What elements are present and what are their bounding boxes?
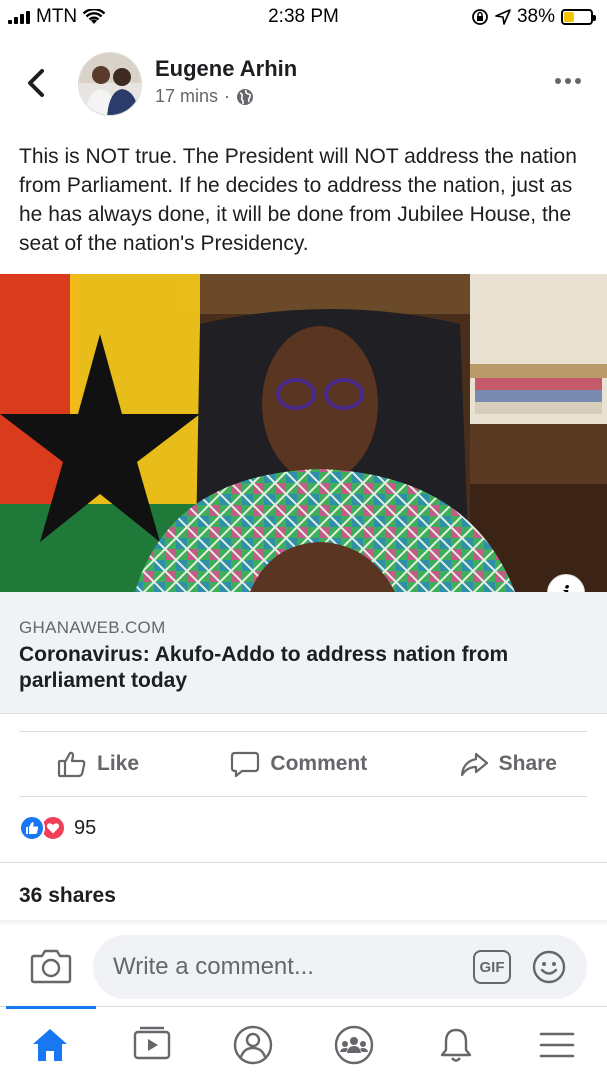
- president-photo: [0, 274, 607, 592]
- comment-icon: [231, 751, 260, 778]
- back-button[interactable]: [22, 66, 52, 100]
- notifications-icon: [440, 1028, 472, 1062]
- post-text: This is NOT true. The President will NOT…: [19, 145, 577, 255]
- reaction-count: 95: [74, 816, 97, 839]
- action-bar: Like Comment Share: [19, 731, 587, 797]
- post-header: Eugene Arhin 17 mins ·: [0, 48, 607, 118]
- like-reaction-icon: [19, 815, 45, 841]
- profile-icon: [233, 1025, 273, 1065]
- share-icon: [460, 752, 488, 777]
- post-time[interactable]: 17 mins: [155, 86, 218, 107]
- signal-icon: [8, 10, 30, 24]
- reactions-summary[interactable]: 95: [19, 815, 96, 841]
- dot: [575, 78, 581, 84]
- tab-watch[interactable]: [130, 1023, 174, 1067]
- location-icon: [495, 9, 511, 25]
- dot: [565, 78, 571, 84]
- wifi-icon: [83, 9, 106, 24]
- tab-profile[interactable]: [231, 1023, 275, 1067]
- post-meta: 17 mins ·: [155, 86, 254, 107]
- watch-icon: [133, 1026, 171, 1060]
- orientation-lock-icon: [472, 9, 488, 25]
- tab-groups[interactable]: [332, 1023, 376, 1067]
- status-left: MTN: [8, 6, 106, 28]
- status-bar: MTN 2:38 PM 38%: [0, 0, 607, 34]
- camera-icon[interactable]: [30, 946, 72, 986]
- battery-icon: [561, 9, 596, 25]
- share-button[interactable]: Share: [459, 749, 557, 779]
- gif-button[interactable]: GIF: [473, 950, 511, 984]
- battery-fill: [564, 12, 574, 22]
- carrier-label: MTN: [36, 6, 78, 27]
- divider: [0, 920, 607, 926]
- like-label: Like: [97, 752, 140, 775]
- meta-separator: ·: [224, 86, 231, 106]
- more-options-button[interactable]: [555, 78, 581, 84]
- link-title: Coronavirus: Akufo-Addo to address natio…: [19, 643, 509, 692]
- share-label: Share: [498, 752, 557, 775]
- comment-label: Comment: [270, 752, 368, 775]
- tab-notifications[interactable]: [434, 1023, 478, 1067]
- groups-icon: [334, 1025, 374, 1065]
- battery-percent: 38%: [516, 6, 555, 27]
- comment-box[interactable]: GIF: [93, 935, 587, 999]
- bottom-tab-bar: [0, 1006, 607, 1080]
- emoji-icon[interactable]: [531, 949, 567, 985]
- tab-menu[interactable]: [535, 1023, 579, 1067]
- active-tab-indicator: [6, 1006, 96, 1009]
- shares-count[interactable]: 36 shares: [19, 884, 116, 908]
- avatar[interactable]: [78, 52, 142, 116]
- tab-home[interactable]: [28, 1023, 72, 1067]
- link-preview-meta[interactable]: GHANAWEB.COM Coronavirus: Akufo-Addo to …: [0, 592, 607, 714]
- comment-input[interactable]: [113, 935, 453, 999]
- status-right: 38%: [471, 6, 596, 28]
- link-preview-image[interactable]: [0, 274, 607, 592]
- divider: [0, 862, 607, 863]
- thumbs-up-icon: [57, 751, 86, 778]
- globe-icon: [237, 88, 254, 105]
- home-icon: [33, 1029, 67, 1061]
- avatar-photo: [79, 53, 141, 115]
- link-domain: GHANAWEB.COM: [19, 618, 166, 637]
- like-button[interactable]: Like: [57, 749, 139, 779]
- menu-icon: [539, 1032, 575, 1058]
- author-name[interactable]: Eugene Arhin: [155, 56, 297, 82]
- comment-button[interactable]: Comment: [230, 749, 367, 779]
- dot: [555, 78, 561, 84]
